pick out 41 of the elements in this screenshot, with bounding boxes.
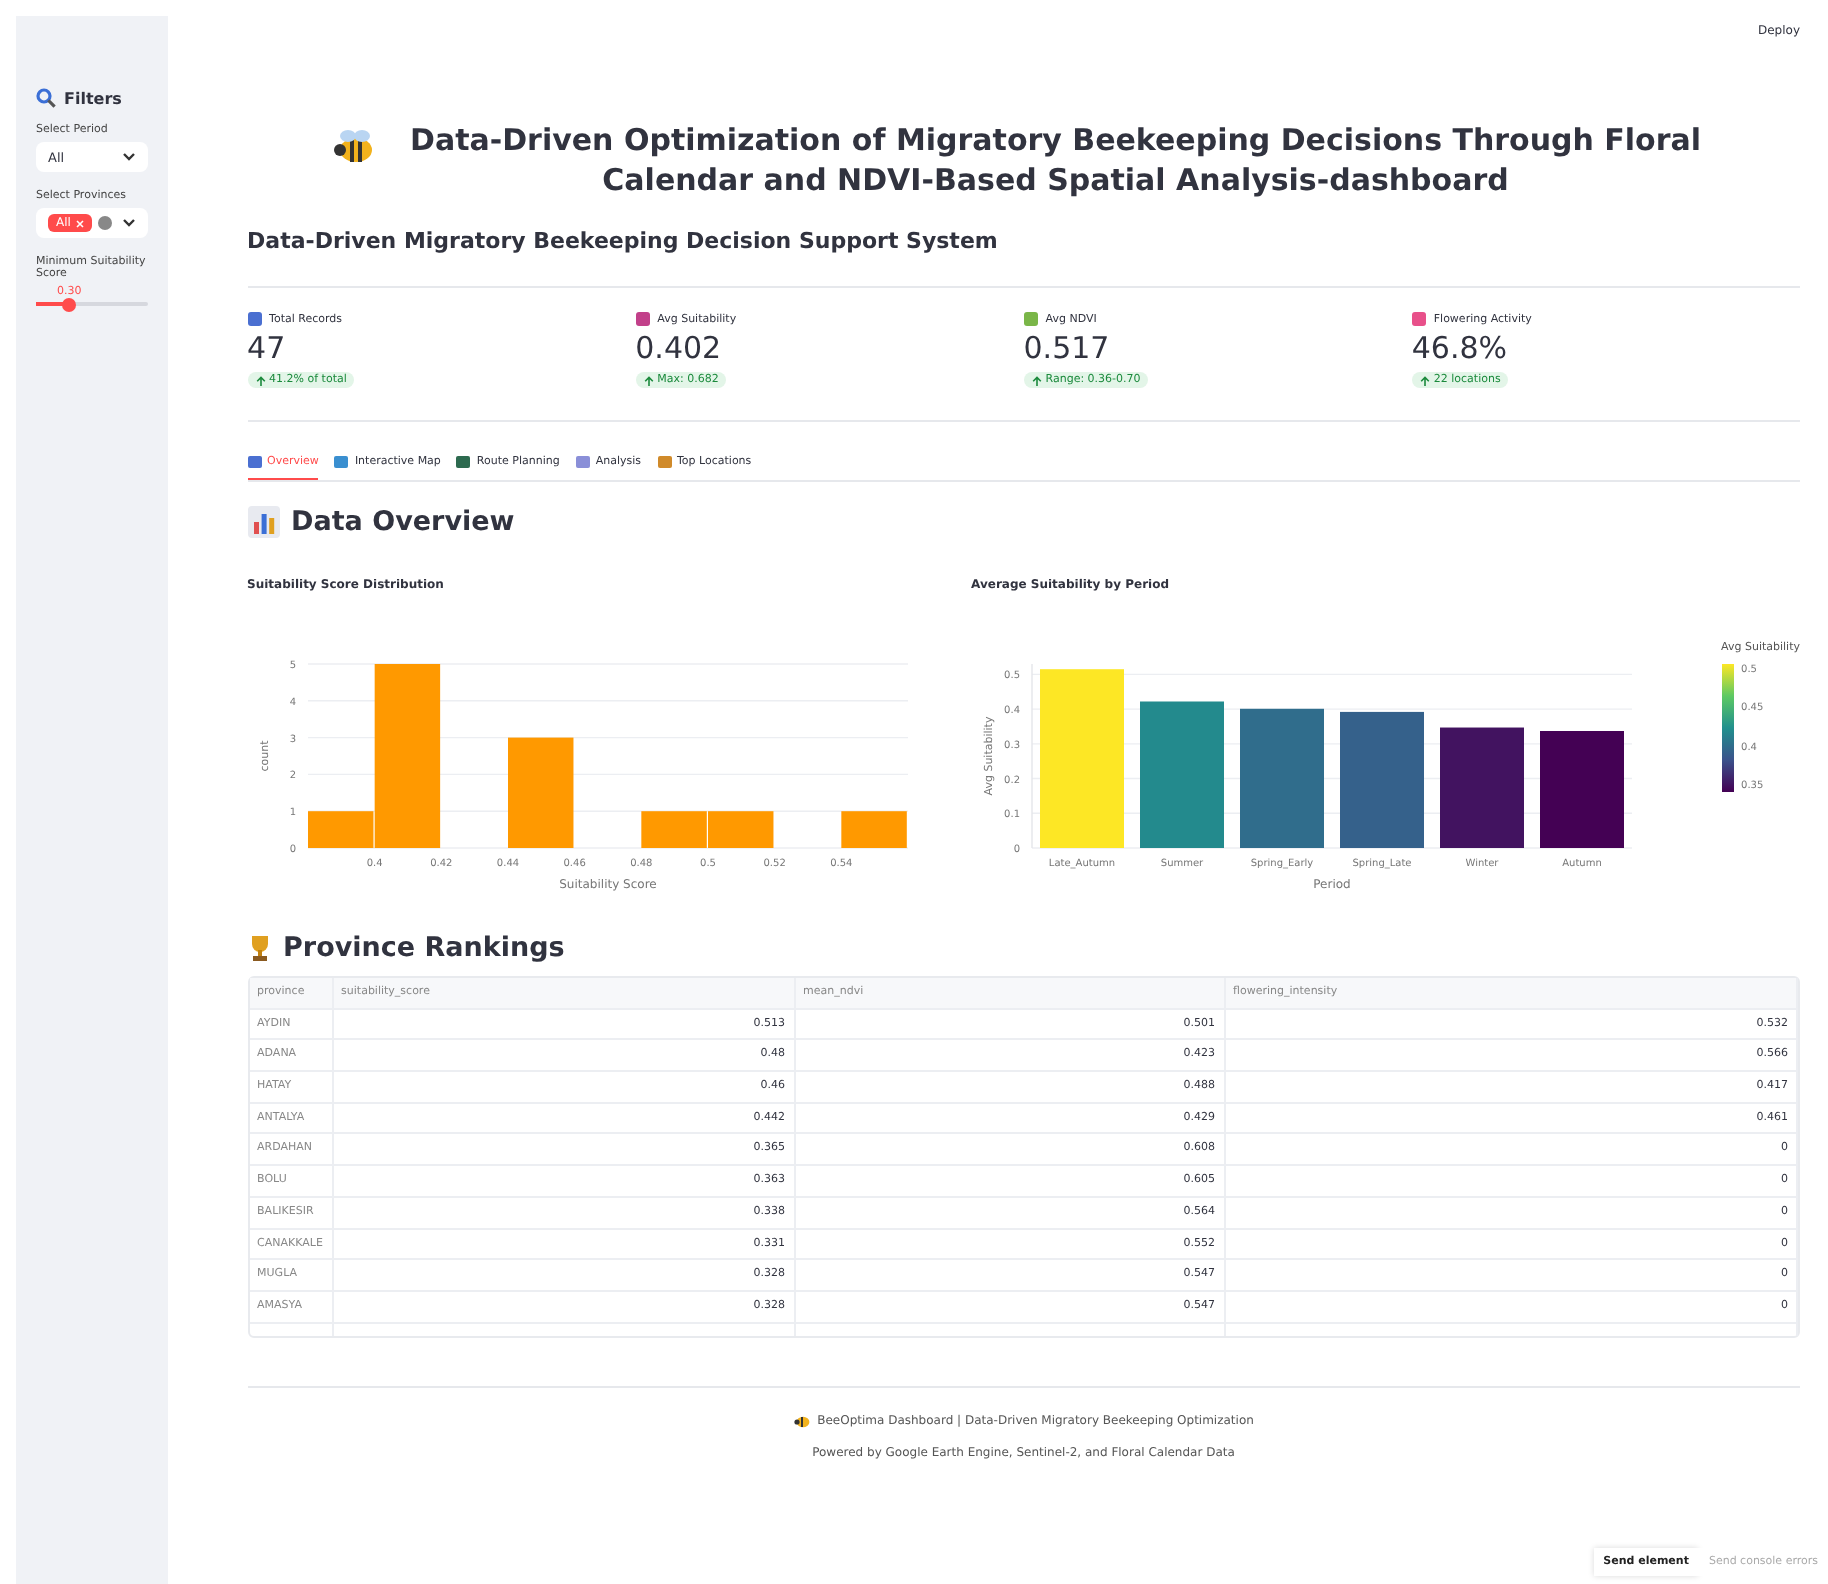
- arrow-up-icon: [255, 375, 266, 385]
- tab-icon: [456, 456, 471, 468]
- close-icon[interactable]: [76, 219, 85, 227]
- chart-bar: [1339, 711, 1424, 848]
- metric-icon: [247, 312, 262, 326]
- chart-bar: [1439, 727, 1524, 848]
- page-subtitle: Data-Driven Migratory Beekeeping Decision Support System: [247, 228, 1000, 254]
- bee-icon: [793, 1413, 810, 1428]
- metric-icon: [1023, 312, 1038, 326]
- histogram-bar: [840, 811, 906, 848]
- metric-icon: [1411, 312, 1426, 326]
- histogram-bar: [507, 737, 573, 848]
- slider-thumb[interactable]: [62, 297, 77, 311]
- page-title: Data-Driven Optimization of Migratory Beekeeping Decisions Through Floral Calendar and NDVI-Based Spatial Analysis-dashboard: [408, 120, 1704, 200]
- chevron-icon: [121, 152, 136, 162]
- chart-bar: [1239, 708, 1324, 848]
- tab-icon: [657, 456, 671, 468]
- metric-value: 0.402: [635, 330, 722, 366]
- arrow-up-icon: [1031, 375, 1042, 385]
- chevron-icon: [121, 218, 136, 228]
- search-icon: [36, 88, 56, 108]
- bee-icon: [331, 128, 376, 164]
- bar-chart-icon: [247, 506, 280, 538]
- tab-icon: [575, 456, 590, 468]
- metric-value: 47: [247, 330, 286, 366]
- sidebar-title: Filters: [64, 89, 122, 107]
- arrow-up-icon: [643, 375, 654, 385]
- histogram-bar: [640, 811, 706, 848]
- metric-value: 0.517: [1023, 330, 1110, 366]
- histogram-bar: [707, 811, 773, 848]
- chart-bar: [1539, 731, 1624, 848]
- arrow-up-icon: [1419, 375, 1430, 385]
- section-heading: Data Overview: [291, 506, 515, 538]
- colorbar: [1721, 664, 1734, 792]
- section-heading: Province Rankings: [283, 932, 565, 964]
- tab-icon: [247, 456, 262, 468]
- clear-icon[interactable]: [97, 216, 112, 230]
- metric-icon: [635, 312, 650, 326]
- tab-icon: [334, 456, 349, 468]
- trophy-icon: [247, 934, 272, 962]
- metric-value: 46.8%: [1411, 330, 1508, 366]
